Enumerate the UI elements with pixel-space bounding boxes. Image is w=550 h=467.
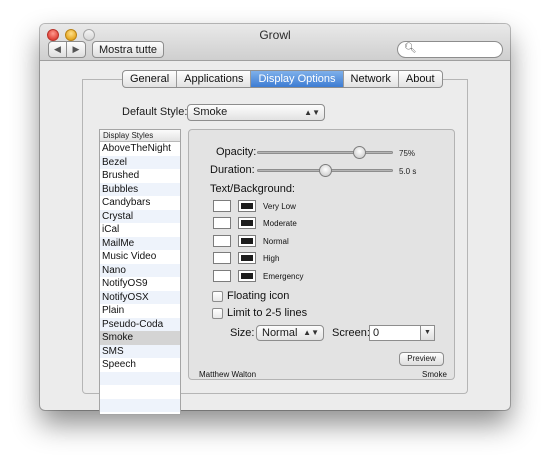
list-item[interactable]: SMS	[100, 344, 180, 358]
list-item[interactable]: Brushed	[100, 169, 180, 183]
back-button[interactable]: ◀	[48, 41, 67, 58]
emergency-background-color-well[interactable]	[238, 270, 256, 282]
tab-applications[interactable]: Applications	[177, 71, 252, 87]
list-item[interactable]: Bubbles	[100, 182, 180, 196]
priority-label-emergency: Emergency	[263, 272, 304, 281]
text-background-label: Text/Background:	[210, 183, 295, 195]
very-low-text-color-well[interactable]	[213, 200, 231, 212]
list-item[interactable]: Plain	[100, 304, 180, 318]
list-item[interactable]: NotifyOS9	[100, 277, 180, 291]
size-value: Normal	[262, 327, 298, 339]
list-item[interactable]: Bezel	[100, 155, 180, 169]
default-style-value: Smoke	[193, 106, 228, 118]
search-icon: 🔍︎	[404, 43, 417, 54]
forward-button[interactable]: ▶	[67, 41, 86, 58]
list-item[interactable]: iCal	[100, 223, 180, 237]
moderate-text-color-well[interactable]	[213, 217, 231, 229]
tab-general[interactable]: General	[123, 71, 178, 87]
opacity-slider-knob[interactable]	[352, 146, 366, 159]
list-item[interactable]: Pseudo-Coda	[100, 317, 180, 331]
list-item[interactable]: Nano	[100, 263, 180, 277]
list-item[interactable]: NotifyOSX	[100, 290, 180, 304]
opacity-slider-track[interactable]	[257, 151, 393, 154]
limit-lines-label[interactable]: Limit to 2-5 lines	[227, 307, 307, 319]
very-low-background-color-well[interactable]	[238, 200, 256, 212]
list-item[interactable]: AboveTheNight	[100, 142, 180, 156]
style-settings-box: Opacity: 75% Duration: 5.0 s Text/Backgr…	[188, 129, 455, 380]
normal-text-color-well[interactable]	[213, 235, 231, 247]
default-style-select[interactable]: Smoke ▲▼	[187, 104, 325, 121]
back-arrow-icon: ◀	[54, 44, 61, 54]
list-item[interactable]: Crystal	[100, 209, 180, 223]
list-item[interactable]: MailMe	[100, 236, 180, 250]
preview-button[interactable]: Preview	[399, 352, 444, 366]
display-styles-list[interactable]: Display Styles AboveTheNight Bezel Brushed…	[99, 129, 181, 415]
floating-icon-checkbox[interactable]	[212, 291, 223, 302]
style-author: Matthew Walton	[199, 370, 257, 379]
priority-label-high: High	[263, 254, 280, 263]
opacity-value: 75%	[399, 149, 416, 158]
moderate-background-color-well[interactable]	[238, 217, 256, 229]
opacity-label: Opacity:	[216, 146, 257, 158]
screen-label: Screen:	[332, 327, 370, 339]
size-select[interactable]: Normal ▲▼	[256, 325, 324, 341]
screen-value: 0	[373, 327, 380, 339]
default-style-label: Default Style:	[122, 106, 188, 118]
high-text-color-well[interactable]	[213, 252, 231, 264]
list-item[interactable]: Speech	[100, 358, 180, 372]
list-item[interactable]: Candybars	[100, 196, 180, 210]
limit-lines-checkbox[interactable]	[212, 308, 223, 319]
list-header[interactable]: Display Styles	[100, 130, 180, 142]
floating-icon-label[interactable]: Floating icon	[227, 290, 289, 302]
duration-slider-knob[interactable]	[318, 164, 332, 177]
title-bar: Growl ◀ ▶ Mostra tutte 🔍︎	[40, 24, 510, 61]
emergency-text-color-well[interactable]	[213, 270, 231, 282]
priority-label-normal: Normal	[263, 237, 289, 246]
select-arrows-icon: ▲▼	[303, 328, 319, 337]
window-title: Growl	[259, 28, 291, 42]
tab-network[interactable]: Network	[344, 71, 399, 87]
tab-bar: General Applications Display Options Net…	[122, 70, 443, 88]
list-item[interactable]	[100, 398, 180, 412]
list-item[interactable]	[100, 371, 180, 385]
list-items: AboveTheNight Bezel Brushed Bubbles Candybar…	[100, 142, 180, 412]
normal-background-color-well[interactable]	[238, 235, 256, 247]
list-item[interactable]	[100, 385, 180, 399]
priority-label-moderate: Moderate	[263, 219, 297, 228]
style-name: Smoke	[422, 370, 447, 379]
high-background-color-well[interactable]	[238, 252, 256, 264]
size-label: Size:	[230, 327, 255, 339]
chevron-down-icon[interactable]: ▼	[420, 326, 434, 340]
search-field[interactable]: 🔍︎	[397, 41, 503, 58]
list-item[interactable]: Music Video	[100, 250, 180, 264]
show-all-button[interactable]: Mostra tutte	[92, 41, 164, 58]
tab-display-options[interactable]: Display Options	[251, 71, 344, 87]
tab-about[interactable]: About	[399, 71, 442, 87]
duration-label: Duration:	[210, 164, 255, 176]
screen-combo-box[interactable]: 0 ▼	[369, 325, 435, 341]
forward-arrow-icon: ▶	[72, 44, 80, 54]
priority-label-very-low: Very Low	[263, 202, 296, 211]
list-item[interactable]: Smoke	[100, 331, 180, 345]
duration-value: 5.0 s	[399, 167, 417, 176]
select-arrows-icon: ▲▼	[304, 108, 320, 117]
